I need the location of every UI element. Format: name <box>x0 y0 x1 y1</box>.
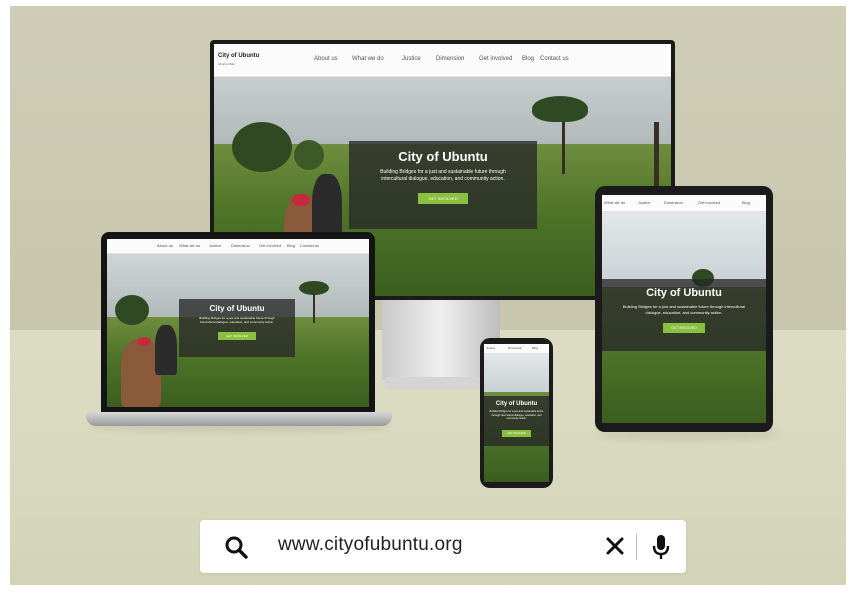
cta-button[interactable]: GET INVOLVED <box>218 332 256 340</box>
hero-tagline: Building Bridges for a just and sustaina… <box>622 304 746 315</box>
hero-title: City of Ubuntu <box>495 401 538 407</box>
nav-item-justice[interactable]: Justice <box>638 200 650 205</box>
image-border <box>0 0 852 6</box>
nav-item-get-involved[interactable]: Get involved <box>259 243 281 248</box>
hero-title: City of Ubuntu <box>398 149 488 164</box>
red-headwrap <box>137 337 151 346</box>
tree-image <box>532 96 588 122</box>
site-navbar: City of Ubuntu Ubuntu Main About us What… <box>214 44 671 77</box>
tablet-screen: What we do Justice Dimension Get involve… <box>602 195 766 423</box>
hero-sky <box>484 352 549 394</box>
hero-title: City of Ubuntu <box>646 287 722 299</box>
search-bar[interactable]: www.cityofubuntu.org <box>200 520 686 573</box>
nav-item-get-involved[interactable]: Get involved <box>698 200 720 205</box>
laptop: About us What we do Justice Dimension Ge… <box>101 232 375 414</box>
nav-item-blog[interactable]: Blog <box>522 56 534 62</box>
nav-item-blog[interactable]: Blog <box>287 243 295 248</box>
nav-item-what-we-do[interactable]: What we do <box>352 56 384 62</box>
tree-trunk <box>654 122 659 192</box>
red-headwrap <box>292 194 310 206</box>
hero-tagline: Building Bridges for a just and sustaina… <box>380 169 506 182</box>
site-navbar: What we do Justice Dimension Get involve… <box>602 195 766 212</box>
phone-screen: Justice Dimension Blog City of Ubuntu Bu… <box>484 344 549 482</box>
hero-overlay: City of Ubuntu Building Bridges for a ju… <box>484 396 549 446</box>
nav-item-contact[interactable]: Contact us <box>300 243 319 248</box>
tablet: What we do Justice Dimension Get involve… <box>595 186 773 432</box>
search-divider <box>636 534 637 560</box>
nav-item-contact[interactable]: Contact us <box>540 56 569 62</box>
microphone-icon[interactable] <box>651 534 671 560</box>
laptop-base <box>86 412 392 426</box>
cta-button[interactable]: GET INVOLVED <box>663 323 705 333</box>
cta-button[interactable]: GET INVOLVED <box>418 193 468 204</box>
search-url-text[interactable]: www.cityofubuntu.org <box>278 534 463 556</box>
person-image <box>155 325 177 375</box>
hero-tagline: Building Bridges for a just and sustaina… <box>489 410 544 420</box>
cta-button[interactable]: GET INVOLVED <box>502 429 531 437</box>
site-logo[interactable]: City of Ubuntu <box>218 53 259 59</box>
nav-item-what-we-do[interactable]: What we do <box>604 200 625 205</box>
nav-item-justice[interactable]: Justice <box>486 346 495 350</box>
tree-image <box>115 295 149 325</box>
laptop-screen: About us What we do Justice Dimension Ge… <box>107 239 369 407</box>
nav-item-dimension[interactable]: Dimension <box>231 243 250 248</box>
mockup-scene: City of Ubuntu Ubuntu Main About us What… <box>0 0 852 593</box>
nav-item-about[interactable]: About us <box>314 56 338 62</box>
hero-overlay: City of Ubuntu Building Bridges for a ju… <box>602 279 766 351</box>
nav-item-dimension[interactable]: Dimension <box>436 56 464 62</box>
site-navbar: Justice Dimension Blog <box>484 344 549 354</box>
nav-item-justice[interactable]: Justice <box>402 56 421 62</box>
nav-item-blog[interactable]: Blog <box>742 200 750 205</box>
nav-item-justice[interactable]: Justice <box>209 243 221 248</box>
nav-item-blog[interactable]: Blog <box>532 346 538 350</box>
hero-tagline: Building Bridges for a just and sustaina… <box>199 316 275 324</box>
site-navbar: About us What we do Justice Dimension Ge… <box>107 239 369 254</box>
search-icon[interactable] <box>224 535 248 559</box>
close-icon[interactable] <box>604 535 626 557</box>
nav-item-dimension[interactable]: Dimension <box>664 200 683 205</box>
image-border <box>0 585 852 593</box>
hero-overlay: City of Ubuntu Building Bridges for a ju… <box>179 299 295 357</box>
smartphone: Justice Dimension Blog City of Ubuntu Bu… <box>480 338 553 488</box>
site-logo-sub: Ubuntu Main <box>218 62 236 66</box>
hero-overlay: City of Ubuntu Building Bridges for a ju… <box>349 141 537 229</box>
tree-image <box>232 122 292 172</box>
nav-item-get-involved[interactable]: Get involved <box>479 56 512 62</box>
tree-trunk <box>313 293 315 323</box>
nav-item-what-we-do[interactable]: What we do <box>179 243 200 248</box>
image-border <box>846 0 852 593</box>
tree-trunk <box>562 114 565 174</box>
hero-sky <box>602 209 766 289</box>
nav-item-about[interactable]: About us <box>157 243 173 248</box>
image-border <box>0 0 10 593</box>
nav-item-dimension[interactable]: Dimension <box>508 346 522 350</box>
tree-image <box>294 140 324 170</box>
hero-title: City of Ubuntu <box>209 304 265 313</box>
